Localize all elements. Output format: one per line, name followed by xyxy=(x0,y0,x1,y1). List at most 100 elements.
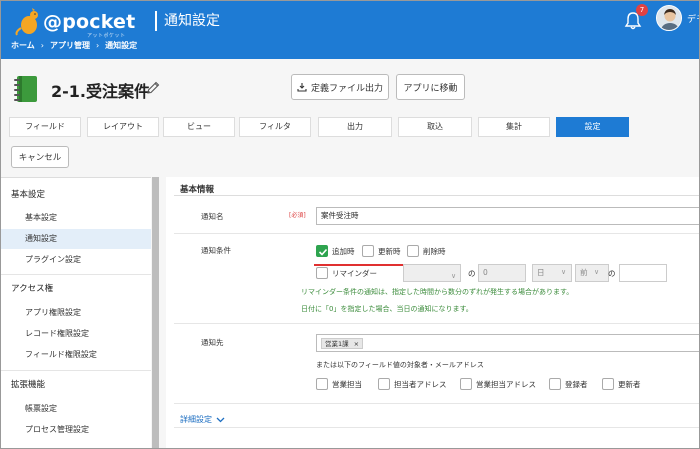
notification-condition-label: 通知条件 xyxy=(201,246,231,255)
required-mark: [必須] xyxy=(289,212,306,219)
logo-subtext: アットポケット xyxy=(87,33,126,39)
tab-0[interactable]: フィールド xyxy=(9,117,81,137)
user-name[interactable]: デモ xyxy=(687,12,699,25)
go-to-app-button[interactable]: アプリに移動 xyxy=(396,74,465,100)
recipient-field-label: 担当者アドレス xyxy=(394,379,447,389)
sidebar-divider xyxy=(1,370,151,371)
reminder-note-2: 日付に「0」を指定した場合、当日の通知になります。 xyxy=(301,305,473,313)
recipient-field-owner-address[interactable]: 担当者アドレス xyxy=(378,377,447,391)
avatar[interactable] xyxy=(656,5,682,31)
sidebar: 基本設定 基本設定 通知設定 プラグイン設定 アクセス権 アプリ権限設定 レコー… xyxy=(1,177,151,448)
recipient-tag-label: 営業1課 xyxy=(325,340,349,348)
sidebar-heading-basic: 基本設定 xyxy=(11,190,46,200)
chevron-down-icon: ∨ xyxy=(451,272,457,280)
reminder-time-input[interactable] xyxy=(619,264,667,282)
breadcrumb-home[interactable]: ホーム xyxy=(11,40,35,51)
tab-6[interactable]: 集計 xyxy=(478,117,550,137)
page-title: 通知設定 xyxy=(164,13,220,29)
checkbox[interactable] xyxy=(407,245,419,257)
checkbox[interactable] xyxy=(460,378,472,390)
logo[interactable]: @pocket アットポケット xyxy=(13,8,136,39)
row-divider xyxy=(174,233,699,234)
breadcrumb: ホーム › アプリ管理 › 通知設定 xyxy=(11,40,137,51)
condition-on-delete[interactable]: 削除時 xyxy=(407,244,446,258)
export-definition-button[interactable]: 定義ファイル出力 xyxy=(291,74,389,100)
recipient-field-creator[interactable]: 登録者 xyxy=(549,377,588,391)
tab-7[interactable]: 設定 xyxy=(556,117,629,137)
edit-pencil-icon[interactable] xyxy=(146,81,160,95)
row-divider xyxy=(174,323,699,324)
chevron-down-icon xyxy=(216,417,225,422)
advanced-settings-label: 詳細設定 xyxy=(180,415,212,424)
notification-name-input[interactable]: 案件受注時 xyxy=(316,207,699,225)
tab-3[interactable]: フィルタ xyxy=(239,117,311,137)
breadcrumb-current: 通知設定 xyxy=(105,41,138,50)
checkbox[interactable] xyxy=(602,378,614,390)
checkbox[interactable] xyxy=(316,267,328,279)
reminder-label: リマインダー xyxy=(332,268,377,278)
user-photo-icon xyxy=(657,6,681,30)
reminder-checkbox[interactable]: リマインダー xyxy=(316,266,377,280)
tab-5[interactable]: 取込 xyxy=(398,117,472,137)
reminder-no-text: の xyxy=(468,269,476,278)
recipient-field-sales-address[interactable]: 営業担当アドレス xyxy=(460,377,536,391)
logo-text: @pocket xyxy=(43,11,136,33)
sidebar-item-plugin-settings[interactable]: プラグイン設定 xyxy=(1,250,151,270)
recipient-field-label: 営業担当アドレス xyxy=(476,379,536,389)
notification-form: 基本情報 通知名 [必須] 案件受注時 通知条件 追加時 更新時 削除時 リマイ… xyxy=(166,177,699,448)
sidebar-item-notification-settings[interactable]: 通知設定 xyxy=(1,229,151,249)
reminder-note-1: リマインダー条件の通知は、指定した時間から数分のずれが発生する場合があります。 xyxy=(301,288,574,296)
row-divider xyxy=(174,427,699,428)
kangaroo-logo-icon xyxy=(15,8,38,36)
recipient-field-sales-rep[interactable]: 営業担当 xyxy=(316,377,362,391)
sidebar-heading-access: アクセス権 xyxy=(11,284,54,294)
checkbox[interactable] xyxy=(378,378,390,390)
checkbox[interactable] xyxy=(362,245,374,257)
reminder-days-input[interactable]: 0 xyxy=(478,264,526,282)
sidebar-item-app-permissions[interactable]: アプリ権限設定 xyxy=(1,303,151,323)
recipient-or-text: または以下のフィールド値の対象者・メールアドレス xyxy=(316,361,484,369)
condition-on-add[interactable]: 追加時 xyxy=(316,244,355,258)
checkbox-checked[interactable] xyxy=(316,245,328,257)
reminder-unit-value: 日 xyxy=(537,268,545,277)
advanced-settings-toggle[interactable]: 詳細設定 xyxy=(180,414,225,425)
reminder-when-select[interactable]: 前 xyxy=(575,264,609,282)
tab-2[interactable]: ビュー xyxy=(163,117,235,137)
chevron-down-icon: ∨ xyxy=(594,268,600,276)
sidebar-item-process-settings[interactable]: プロセス管理設定 xyxy=(1,420,151,440)
reminder-field-select[interactable]: ∨ xyxy=(403,264,461,282)
tab-4[interactable]: 出力 xyxy=(318,117,392,137)
condition-on-update[interactable]: 更新時 xyxy=(362,244,401,258)
recipient-field-label: 登録者 xyxy=(565,379,588,389)
cancel-button[interactable]: キャンセル xyxy=(11,146,69,168)
chevron-right-icon: › xyxy=(95,41,100,50)
sidebar-item-report-settings[interactable]: 帳票設定 xyxy=(1,399,151,419)
recipient-field-label: 更新者 xyxy=(618,379,641,389)
recipient-field-updater[interactable]: 更新者 xyxy=(602,377,641,391)
section-title: 基本情報 xyxy=(180,185,215,195)
sidebar-item-field-permissions[interactable]: フィールド権限設定 xyxy=(1,345,151,365)
top-header: @pocket アットポケット 通知設定 ホーム › アプリ管理 › 通知設定 … xyxy=(1,1,699,59)
sidebar-divider xyxy=(1,274,151,275)
sidebar-scrollbar-thumb[interactable] xyxy=(152,177,159,448)
breadcrumb-app-admin[interactable]: アプリ管理 xyxy=(50,40,90,51)
download-icon xyxy=(297,83,307,92)
tab-1[interactable]: レイアウト xyxy=(87,117,159,137)
sidebar-item-record-permissions[interactable]: レコード権限設定 xyxy=(1,324,151,344)
condition-on-add-label: 追加時 xyxy=(332,246,355,256)
checkbox[interactable] xyxy=(316,378,328,390)
recipient-label: 通知先 xyxy=(201,338,224,347)
notebook-icon xyxy=(14,76,37,102)
checkbox[interactable] xyxy=(549,378,561,390)
section-divider xyxy=(174,195,699,196)
notification-name-label: 通知名 xyxy=(201,212,224,221)
sidebar-item-basic-settings[interactable]: 基本設定 xyxy=(1,208,151,228)
reminder-no-text-2: の xyxy=(608,269,616,278)
recipient-tag: 営業1課 × xyxy=(321,338,364,349)
recipient-field-label: 営業担当 xyxy=(332,379,362,389)
checkmark-icon xyxy=(318,248,328,256)
app-window: @pocket アットポケット 通知設定 ホーム › アプリ管理 › 通知設定 … xyxy=(0,0,700,449)
header-divider xyxy=(155,11,157,31)
tag-remove-icon[interactable]: × xyxy=(354,339,359,348)
recipient-input[interactable]: 営業1課 × xyxy=(316,334,699,352)
